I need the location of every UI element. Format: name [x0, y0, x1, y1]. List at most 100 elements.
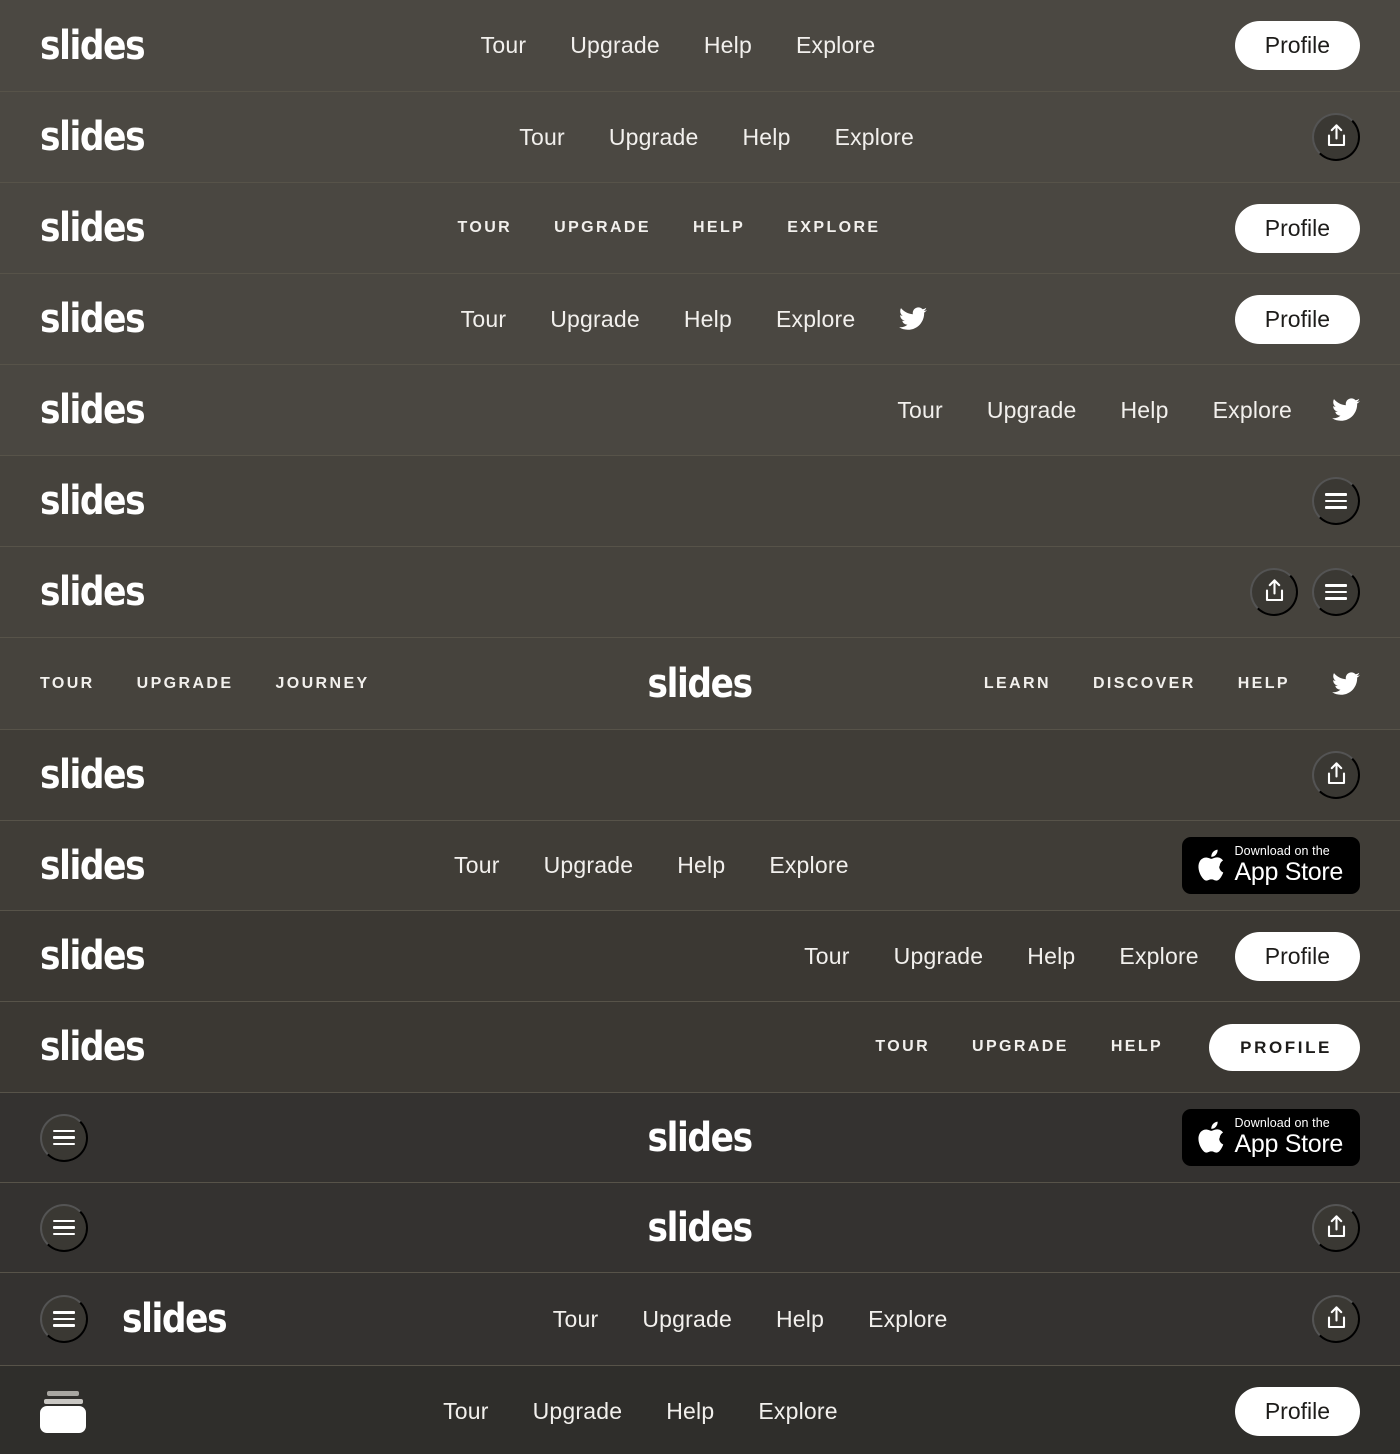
nav-item-tour[interactable]: Tour	[897, 397, 943, 424]
nav-item-explore[interactable]: Explore	[758, 1398, 837, 1425]
brand-logo[interactable]: slides	[40, 208, 146, 248]
brand-logo[interactable]: slides	[40, 846, 146, 886]
brand-logo[interactable]: slides	[40, 755, 146, 795]
twitter-bird-icon[interactable]	[899, 307, 928, 331]
nav-item-explore[interactable]: EXPLORE	[787, 219, 880, 237]
profile-button[interactable]: Profile	[1234, 931, 1360, 981]
brand-logo[interactable]: slides	[648, 1208, 754, 1248]
nav-item-tour[interactable]: TOUR	[40, 675, 95, 693]
nav-item-upgrade[interactable]: Upgrade	[642, 1306, 732, 1333]
brand-logo[interactable]: slides	[40, 1027, 146, 1067]
nav-item-help[interactable]: Help	[704, 32, 752, 59]
nav-item-upgrade[interactable]: Upgrade	[894, 943, 984, 970]
menu-button[interactable]	[40, 1295, 88, 1343]
navbar-row-14: slides	[0, 1183, 1400, 1273]
navbar-row-4: slides Tour Upgrade Help Explore Profile	[0, 274, 1400, 365]
navbar-row-6: slides	[0, 456, 1400, 547]
nav-item-journey[interactable]: JOURNEY	[275, 675, 369, 693]
share-button[interactable]	[1312, 751, 1360, 799]
menu-button[interactable]	[40, 1113, 88, 1162]
nav-item-tour[interactable]: TOUR	[458, 219, 513, 237]
primary-nav: Tour Upgrade Help Explore	[454, 852, 849, 879]
navbar-row-15: slides Tour Upgrade Help Explore	[0, 1273, 1400, 1366]
primary-nav: Tour Upgrade Help Explore	[481, 32, 876, 59]
brand-logo[interactable]: slides	[648, 1118, 754, 1158]
profile-button[interactable]: Profile	[1234, 21, 1360, 70]
brand-logo[interactable]: slides	[648, 664, 754, 704]
nav-item-learn[interactable]: LEARN	[984, 675, 1051, 693]
nav-item-tour[interactable]: Tour	[454, 852, 500, 879]
nav-item-help[interactable]: Help	[677, 852, 725, 879]
brand-logo[interactable]: slides	[40, 117, 146, 157]
nav-item-tour[interactable]: Tour	[804, 943, 850, 970]
share-button[interactable]	[1312, 1203, 1360, 1252]
profile-button[interactable]: Profile	[1234, 203, 1360, 253]
primary-nav: TOUR UPGRADE HELP EXPLORE	[458, 219, 881, 237]
nav-item-explore[interactable]: Explore	[1213, 397, 1292, 424]
nav-item-explore[interactable]: Explore	[1119, 943, 1198, 970]
nav-item-explore[interactable]: Explore	[776, 306, 855, 333]
hamburger-menu-icon	[53, 1219, 75, 1236]
share-icon	[1326, 1306, 1347, 1332]
share-button[interactable]	[1250, 568, 1298, 616]
nav-item-upgrade[interactable]: Upgrade	[570, 32, 660, 59]
brand-logo[interactable]: slides	[40, 299, 146, 339]
nav-item-help[interactable]: Help	[666, 1398, 714, 1425]
nav-item-tour[interactable]: Tour	[553, 1306, 599, 1333]
nav-item-upgrade[interactable]: Upgrade	[544, 852, 634, 879]
nav-item-help[interactable]: Help	[776, 1306, 824, 1333]
twitter-bird-icon[interactable]	[1332, 671, 1360, 696]
brand-logo[interactable]: slides	[40, 936, 146, 976]
menu-button[interactable]	[40, 1203, 88, 1252]
nav-item-help[interactable]: HELP	[693, 219, 745, 237]
brand-logo[interactable]: slides	[40, 390, 146, 430]
nav-item-help[interactable]: Help	[742, 124, 790, 151]
menu-button[interactable]	[1312, 568, 1360, 616]
nav-item-upgrade[interactable]: Upgrade	[609, 124, 699, 151]
nav-item-help[interactable]: Help	[1027, 943, 1075, 970]
nav-item-upgrade[interactable]: UPGRADE	[972, 1038, 1069, 1056]
stacked-cards-icon[interactable]	[40, 1390, 86, 1433]
share-button[interactable]	[1312, 113, 1361, 161]
navbar-row-2: slides Tour Upgrade Help Explore	[0, 92, 1400, 183]
nav-item-help[interactable]: Help	[684, 306, 732, 333]
profile-button[interactable]: Profile	[1234, 294, 1360, 344]
primary-nav: Tour Upgrade Help Explore	[519, 124, 914, 151]
center-logo-slot: slides	[0, 1183, 1400, 1272]
hamburger-menu-icon	[53, 1311, 75, 1327]
brand-logo[interactable]: slides	[122, 1299, 228, 1339]
nav-item-tour[interactable]: Tour	[443, 1398, 489, 1425]
nav-item-help[interactable]: HELP	[1111, 1038, 1163, 1056]
nav-item-help[interactable]: Help	[1121, 397, 1169, 424]
navbar-row-5: slides Tour Upgrade Help Explore	[0, 365, 1400, 456]
nav-item-upgrade[interactable]: Upgrade	[987, 397, 1077, 424]
share-icon	[1326, 762, 1347, 788]
nav-item-discover[interactable]: DISCOVER	[1093, 675, 1196, 693]
menu-button[interactable]	[1312, 477, 1360, 525]
nav-item-explore[interactable]: Explore	[796, 32, 875, 59]
nav-item-tour[interactable]: Tour	[461, 306, 507, 333]
brand-logo[interactable]: slides	[40, 26, 146, 66]
nav-item-upgrade[interactable]: Upgrade	[550, 306, 640, 333]
nav-item-tour[interactable]: Tour	[519, 124, 565, 151]
nav-item-tour[interactable]: Tour	[481, 32, 527, 59]
share-icon	[1326, 1214, 1347, 1241]
secondary-nav-right: LEARN DISCOVER HELP	[984, 671, 1360, 696]
share-icon	[1326, 124, 1347, 150]
nav-item-upgrade[interactable]: UPGRADE	[554, 219, 651, 237]
app-store-badge[interactable]: Download on the App Store	[1181, 1109, 1360, 1166]
nav-item-explore[interactable]: Explore	[769, 852, 848, 879]
brand-logo[interactable]: slides	[40, 572, 146, 612]
nav-item-explore[interactable]: Explore	[835, 124, 914, 151]
nav-item-explore[interactable]: Explore	[868, 1306, 947, 1333]
brand-logo[interactable]: slides	[40, 481, 146, 521]
profile-button[interactable]: Profile	[1234, 1387, 1361, 1436]
twitter-bird-icon[interactable]	[1332, 398, 1360, 422]
nav-item-tour[interactable]: TOUR	[875, 1038, 930, 1056]
app-store-badge[interactable]: Download on the App Store	[1181, 837, 1360, 894]
share-button[interactable]	[1312, 1295, 1361, 1343]
profile-button[interactable]: PROFILE	[1209, 1023, 1360, 1071]
nav-item-help[interactable]: HELP	[1238, 675, 1290, 693]
nav-item-upgrade[interactable]: UPGRADE	[137, 675, 234, 693]
nav-item-upgrade[interactable]: Upgrade	[533, 1398, 623, 1425]
